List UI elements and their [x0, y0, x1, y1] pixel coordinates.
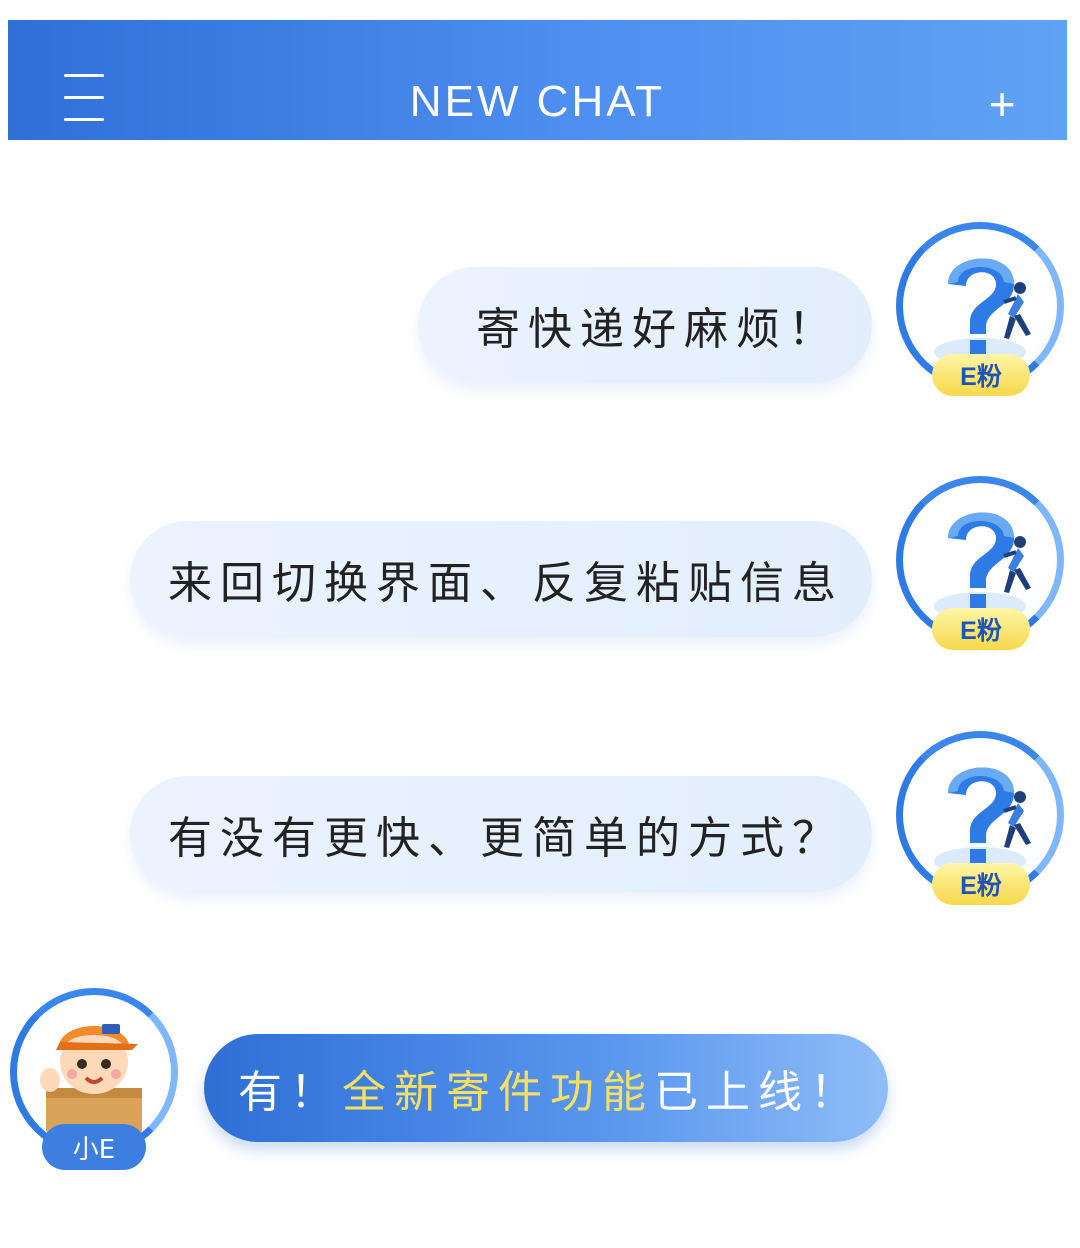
user-badge: E粉 [932, 354, 1030, 396]
user-message-bubble: 寄快递好麻烦！ [418, 267, 872, 383]
bot-message-bubble: 有！ 全新寄件功能 已上线！ [204, 1034, 888, 1142]
user-avatar[interactable]: E粉 [896, 222, 1064, 396]
bot-badge: 小E [42, 1124, 146, 1170]
message-text: 有没有更快、更简单的方式？ [168, 813, 844, 864]
user-avatar[interactable]: E粉 [896, 476, 1064, 650]
message-text: 来回切换界面、反复粘贴信息 [168, 558, 844, 609]
user-message-bubble: 来回切换界面、反复粘贴信息 [130, 521, 872, 637]
bot-avatar[interactable]: 小E [10, 988, 178, 1170]
message-text-highlight: 全新寄件功能 [342, 1067, 654, 1118]
message-text: 寄快递好麻烦！ [476, 304, 840, 355]
user-avatar[interactable]: E粉 [896, 731, 1064, 905]
user-message-bubble: 有没有更快、更简单的方式？ [130, 776, 872, 892]
user-badge: E粉 [932, 608, 1030, 650]
message-text-prefix: 有！ [238, 1067, 342, 1118]
page-title: NEW CHAT [409, 77, 666, 126]
user-badge: E粉 [932, 863, 1030, 905]
new-chat-plus-icon[interactable]: + [974, 76, 1030, 132]
message-text-suffix: 已上线！ [654, 1067, 862, 1118]
chat-header: NEW CHAT + [8, 20, 1067, 140]
